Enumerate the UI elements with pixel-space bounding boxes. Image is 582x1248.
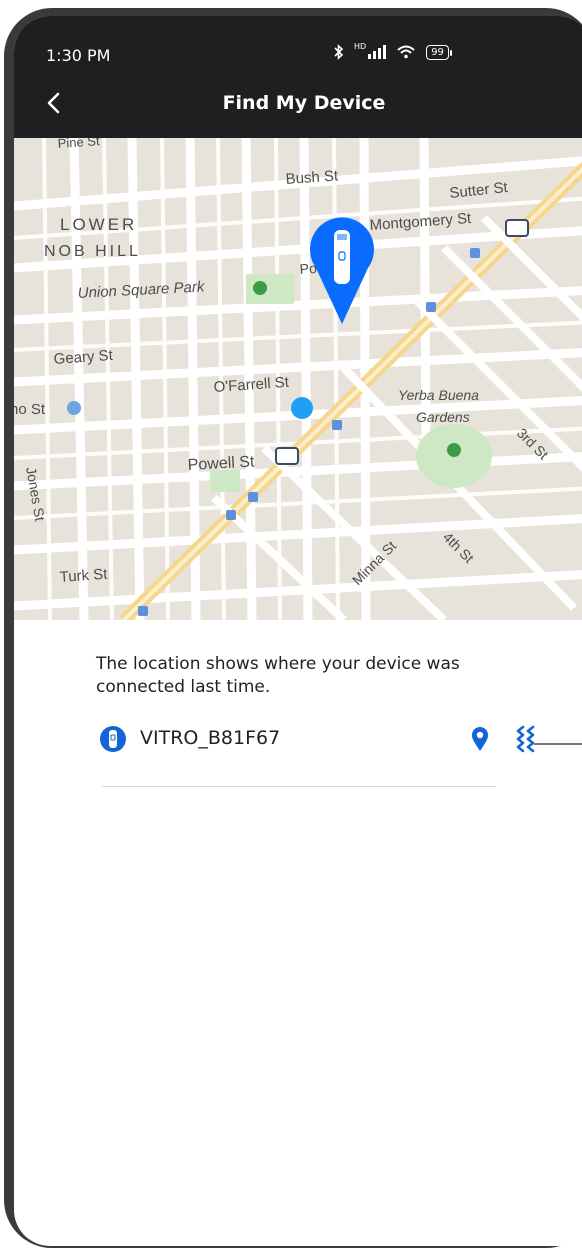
annotation-line: [534, 743, 582, 745]
device-icon: [100, 726, 126, 752]
map-canvas: Bush St Sutter St Post Geary St O'Farrel…: [14, 138, 582, 620]
signal-icon: HD: [354, 42, 387, 59]
app-header: 1:30 PM HD 99 Find My Device: [14, 16, 582, 138]
wifi-icon: [397, 45, 415, 59]
bluetooth-icon: [334, 44, 344, 60]
map-label: Gardens: [416, 409, 470, 425]
divider: [102, 786, 496, 787]
map-label: Yerba Buena: [398, 387, 479, 403]
battery-icon: 99: [426, 44, 452, 60]
location-info-text: The location shows where your device was…: [96, 654, 460, 697]
map-label: NOB HILL: [44, 243, 141, 260]
status-time: 1:30 PM: [46, 46, 111, 65]
location-pin-icon[interactable]: [470, 726, 490, 752]
map-view[interactable]: Bush St Sutter St Post Geary St O'Farrel…: [14, 138, 582, 620]
page-title: Find My Device: [222, 92, 386, 114]
status-icons: HD 99: [334, 42, 452, 60]
map-label: Turk St: [59, 566, 109, 586]
device-list-item[interactable]: VITRO_B81F67: [100, 724, 535, 770]
map-label: no St: [14, 401, 46, 418]
device-name: VITRO_B81F67: [140, 727, 281, 749]
screen: 1:30 PM HD 99 Find My Device Bush St Sut…: [14, 16, 582, 1246]
map-label: LOWER: [60, 215, 137, 234]
map-label: Powell St: [187, 453, 255, 473]
current-location-dot: [291, 397, 313, 419]
vibrate-icon[interactable]: [514, 724, 544, 754]
